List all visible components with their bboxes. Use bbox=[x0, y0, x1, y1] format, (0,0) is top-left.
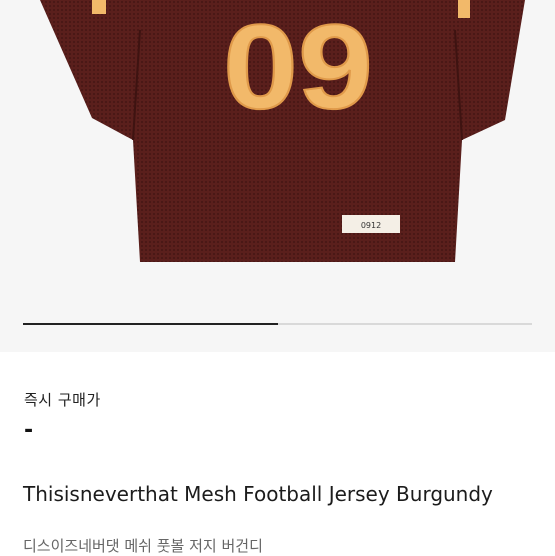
carousel-progress-fill bbox=[23, 323, 278, 325]
instant-buy-price-label: 즉시 구매가 bbox=[24, 391, 101, 409]
product-title: Thisisneverthat Mesh Football Jersey Bur… bbox=[23, 482, 493, 506]
product-image-carousel[interactable]: 09 0912 bbox=[0, 0, 555, 352]
instant-buy-price-value: - bbox=[24, 418, 34, 443]
carousel-progress-track bbox=[23, 323, 532, 325]
product-image: 09 0912 bbox=[40, 0, 525, 262]
product-info bbox=[0, 352, 555, 555]
product-subtitle: 디스이즈네버댓 메쉬 풋볼 저지 버건디 bbox=[23, 537, 263, 555]
jersey-number: 09 bbox=[223, 0, 373, 134]
jersey-tag-text: 0912 bbox=[361, 221, 381, 230]
